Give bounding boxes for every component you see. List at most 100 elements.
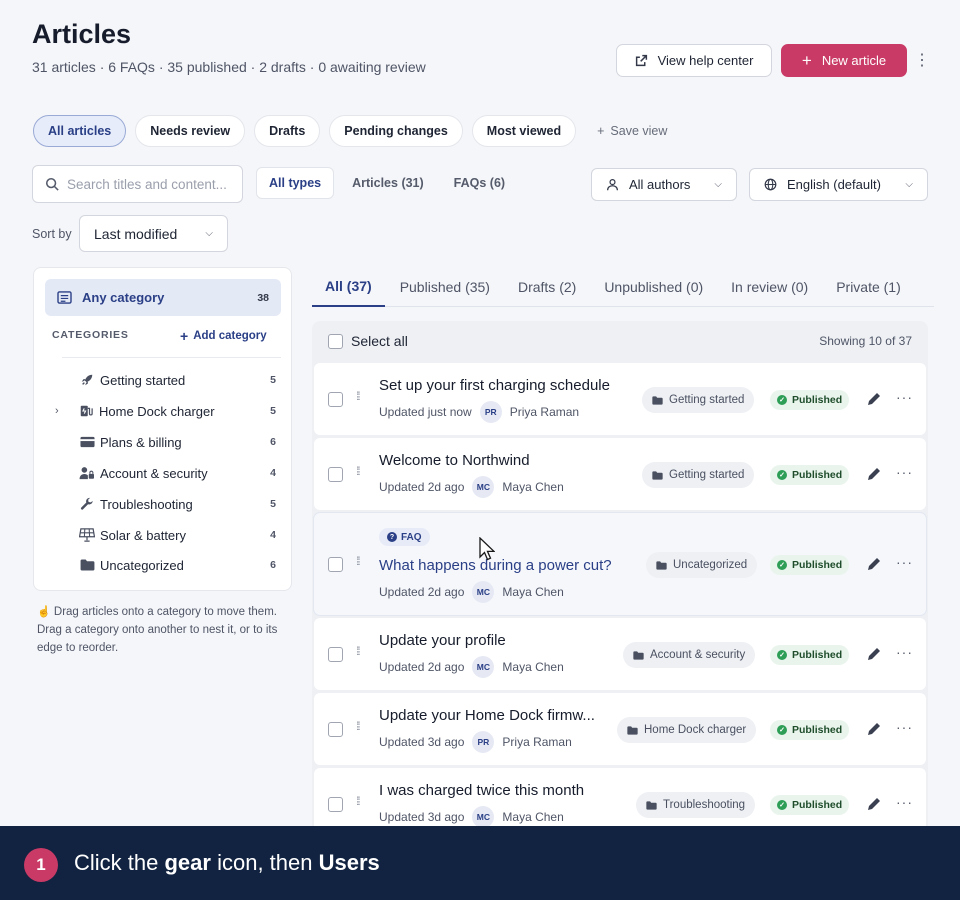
- row-checkbox[interactable]: [328, 467, 343, 482]
- user-icon: [607, 179, 618, 191]
- user-lock-icon: [76, 466, 98, 480]
- check-icon: ✓: [777, 395, 787, 405]
- category-uncategorized[interactable]: Uncategorized 6: [56, 552, 276, 578]
- tab-unpublished[interactable]: Unpublished (0): [591, 267, 716, 307]
- folder-icon: [652, 395, 663, 405]
- tab-in-review[interactable]: In review (0): [718, 267, 821, 307]
- status-badge: ✓ Published: [770, 720, 850, 740]
- row-more-icon[interactable]: ···: [896, 554, 913, 570]
- type-all[interactable]: All types: [256, 167, 335, 199]
- view-needs-review[interactable]: Needs review: [135, 115, 246, 147]
- table-row[interactable]: ⁞⁞ Update your profile Updated 2d ago MC…: [314, 618, 926, 690]
- view-help-center-button[interactable]: View help center: [616, 44, 772, 77]
- pencil-icon[interactable]: [866, 646, 882, 662]
- authors-select[interactable]: All authors ⌵: [591, 168, 737, 201]
- row-checkbox[interactable]: [328, 392, 343, 407]
- tab-all[interactable]: All (37): [312, 267, 385, 307]
- article-title[interactable]: I was charged twice this month: [379, 782, 584, 799]
- article-title[interactable]: Welcome to Northwind: [379, 452, 530, 469]
- rocket-icon: [76, 373, 98, 387]
- new-article-button[interactable]: + New article: [781, 44, 907, 77]
- category-panel: Any category 38 CATEGORIES + Add categor…: [33, 267, 292, 591]
- view-drafts[interactable]: Drafts: [254, 115, 321, 147]
- updated-time: Updated 3d ago: [379, 735, 465, 749]
- row-more-icon[interactable]: ···: [896, 794, 913, 810]
- category-getting-started[interactable]: Getting started 5: [56, 367, 276, 393]
- article-meta: Updated 2d ago MC Maya Chen: [379, 581, 564, 603]
- plus-icon: +: [801, 51, 812, 70]
- view-most-viewed[interactable]: Most viewed: [471, 115, 577, 147]
- category-chip[interactable]: Getting started: [642, 462, 755, 488]
- category-label: Getting started: [100, 372, 186, 388]
- updated-time: Updated 2d ago: [379, 585, 465, 599]
- category-home-dock-charger[interactable]: › Home Dock charger 5: [55, 398, 276, 424]
- row-checkbox[interactable]: [328, 722, 343, 737]
- save-view-button[interactable]: + Save view: [597, 124, 667, 138]
- chevron-down-icon: ⌵: [205, 228, 213, 239]
- view-pending-changes[interactable]: Pending changes: [329, 115, 463, 147]
- drag-handle-icon[interactable]: ⁞⁞: [356, 555, 366, 567]
- article-title[interactable]: Update your Home Dock firmw...: [379, 707, 595, 724]
- category-chip-label: Account & security: [650, 649, 746, 661]
- category-solar-battery[interactable]: Solar & battery 4: [56, 522, 276, 548]
- article-meta: Updated 3d ago MC Maya Chen: [379, 806, 564, 826]
- view-all-articles[interactable]: All articles: [33, 115, 127, 147]
- select-all-checkbox[interactable]: [328, 333, 343, 349]
- category-chip[interactable]: Account & security: [623, 642, 756, 668]
- add-category-button[interactable]: + Add category: [180, 328, 267, 344]
- type-faqs[interactable]: FAQs (6): [442, 167, 517, 199]
- sort-select[interactable]: Last modified ⌵: [79, 215, 228, 252]
- category-chip[interactable]: Uncategorized: [646, 552, 758, 578]
- add-category-label: Add category: [193, 330, 267, 342]
- check-icon: ✓: [777, 800, 787, 810]
- pencil-icon[interactable]: [866, 391, 882, 407]
- pencil-icon[interactable]: [866, 556, 882, 572]
- search-input[interactable]: [67, 176, 239, 192]
- table-row[interactable]: ⁞⁞ ? FAQ What happens during a power cut…: [313, 512, 927, 616]
- table-row[interactable]: ⁞⁞ Update your Home Dock firmw... Update…: [314, 693, 926, 765]
- table-row[interactable]: ⁞⁞ Set up your first charging schedule U…: [314, 363, 926, 435]
- more-options-icon[interactable]: ⋮: [914, 50, 930, 72]
- drag-handle-icon[interactable]: ⁞⁞: [356, 645, 366, 657]
- pencil-icon[interactable]: [866, 796, 882, 812]
- row-more-icon[interactable]: ···: [896, 464, 913, 480]
- table-row[interactable]: ⁞⁞ I was charged twice this month Update…: [314, 768, 926, 826]
- type-articles[interactable]: Articles (31): [340, 167, 436, 199]
- status-label: Published: [792, 799, 843, 811]
- category-troubleshooting[interactable]: Troubleshooting 5: [56, 491, 276, 517]
- category-chip[interactable]: Getting started: [642, 387, 755, 413]
- pencil-icon[interactable]: [866, 721, 882, 737]
- category-label: Plans & billing: [100, 434, 182, 450]
- category-chip-label: Home Dock charger: [644, 724, 747, 736]
- search-icon: [45, 177, 59, 191]
- category-chip[interactable]: Troubleshooting: [636, 792, 756, 818]
- article-title[interactable]: What happens during a power cut?: [379, 557, 612, 574]
- any-category-item[interactable]: Any category 38: [45, 279, 281, 316]
- pencil-icon[interactable]: [866, 466, 882, 482]
- drag-handle-icon[interactable]: ⁞⁞: [356, 795, 366, 807]
- row-more-icon[interactable]: ···: [896, 719, 913, 735]
- article-title[interactable]: Set up your first charging schedule: [379, 377, 610, 394]
- row-checkbox[interactable]: [328, 647, 343, 662]
- drag-handle-icon[interactable]: ⁞⁞: [356, 465, 366, 477]
- folder-icon: [656, 560, 667, 570]
- row-checkbox[interactable]: [328, 797, 343, 812]
- row-more-icon[interactable]: ···: [896, 644, 913, 660]
- article-title[interactable]: Update your profile: [379, 632, 506, 649]
- chevron-right-icon[interactable]: ›: [55, 405, 75, 417]
- mouse-cursor-icon: [479, 537, 495, 561]
- tab-private[interactable]: Private (1): [823, 267, 914, 307]
- tab-drafts[interactable]: Drafts (2): [505, 267, 589, 307]
- category-account-security[interactable]: Account & security 4: [56, 460, 276, 486]
- tab-published[interactable]: Published (35): [387, 267, 503, 307]
- drag-handle-icon[interactable]: ⁞⁞: [356, 720, 366, 732]
- status-badge: ✓ Published: [770, 555, 850, 575]
- drag-handle-icon[interactable]: ⁞⁞: [356, 390, 366, 402]
- category-chip[interactable]: Home Dock charger: [617, 717, 757, 743]
- category-plans-billing[interactable]: Plans & billing 6: [56, 429, 276, 455]
- table-row[interactable]: ⁞⁞ Welcome to Northwind Updated 2d ago M…: [314, 438, 926, 510]
- language-select[interactable]: English (default) ⌵: [749, 168, 928, 201]
- row-checkbox[interactable]: [328, 557, 343, 572]
- row-more-icon[interactable]: ···: [896, 389, 913, 405]
- category-chip-label: Getting started: [669, 469, 745, 481]
